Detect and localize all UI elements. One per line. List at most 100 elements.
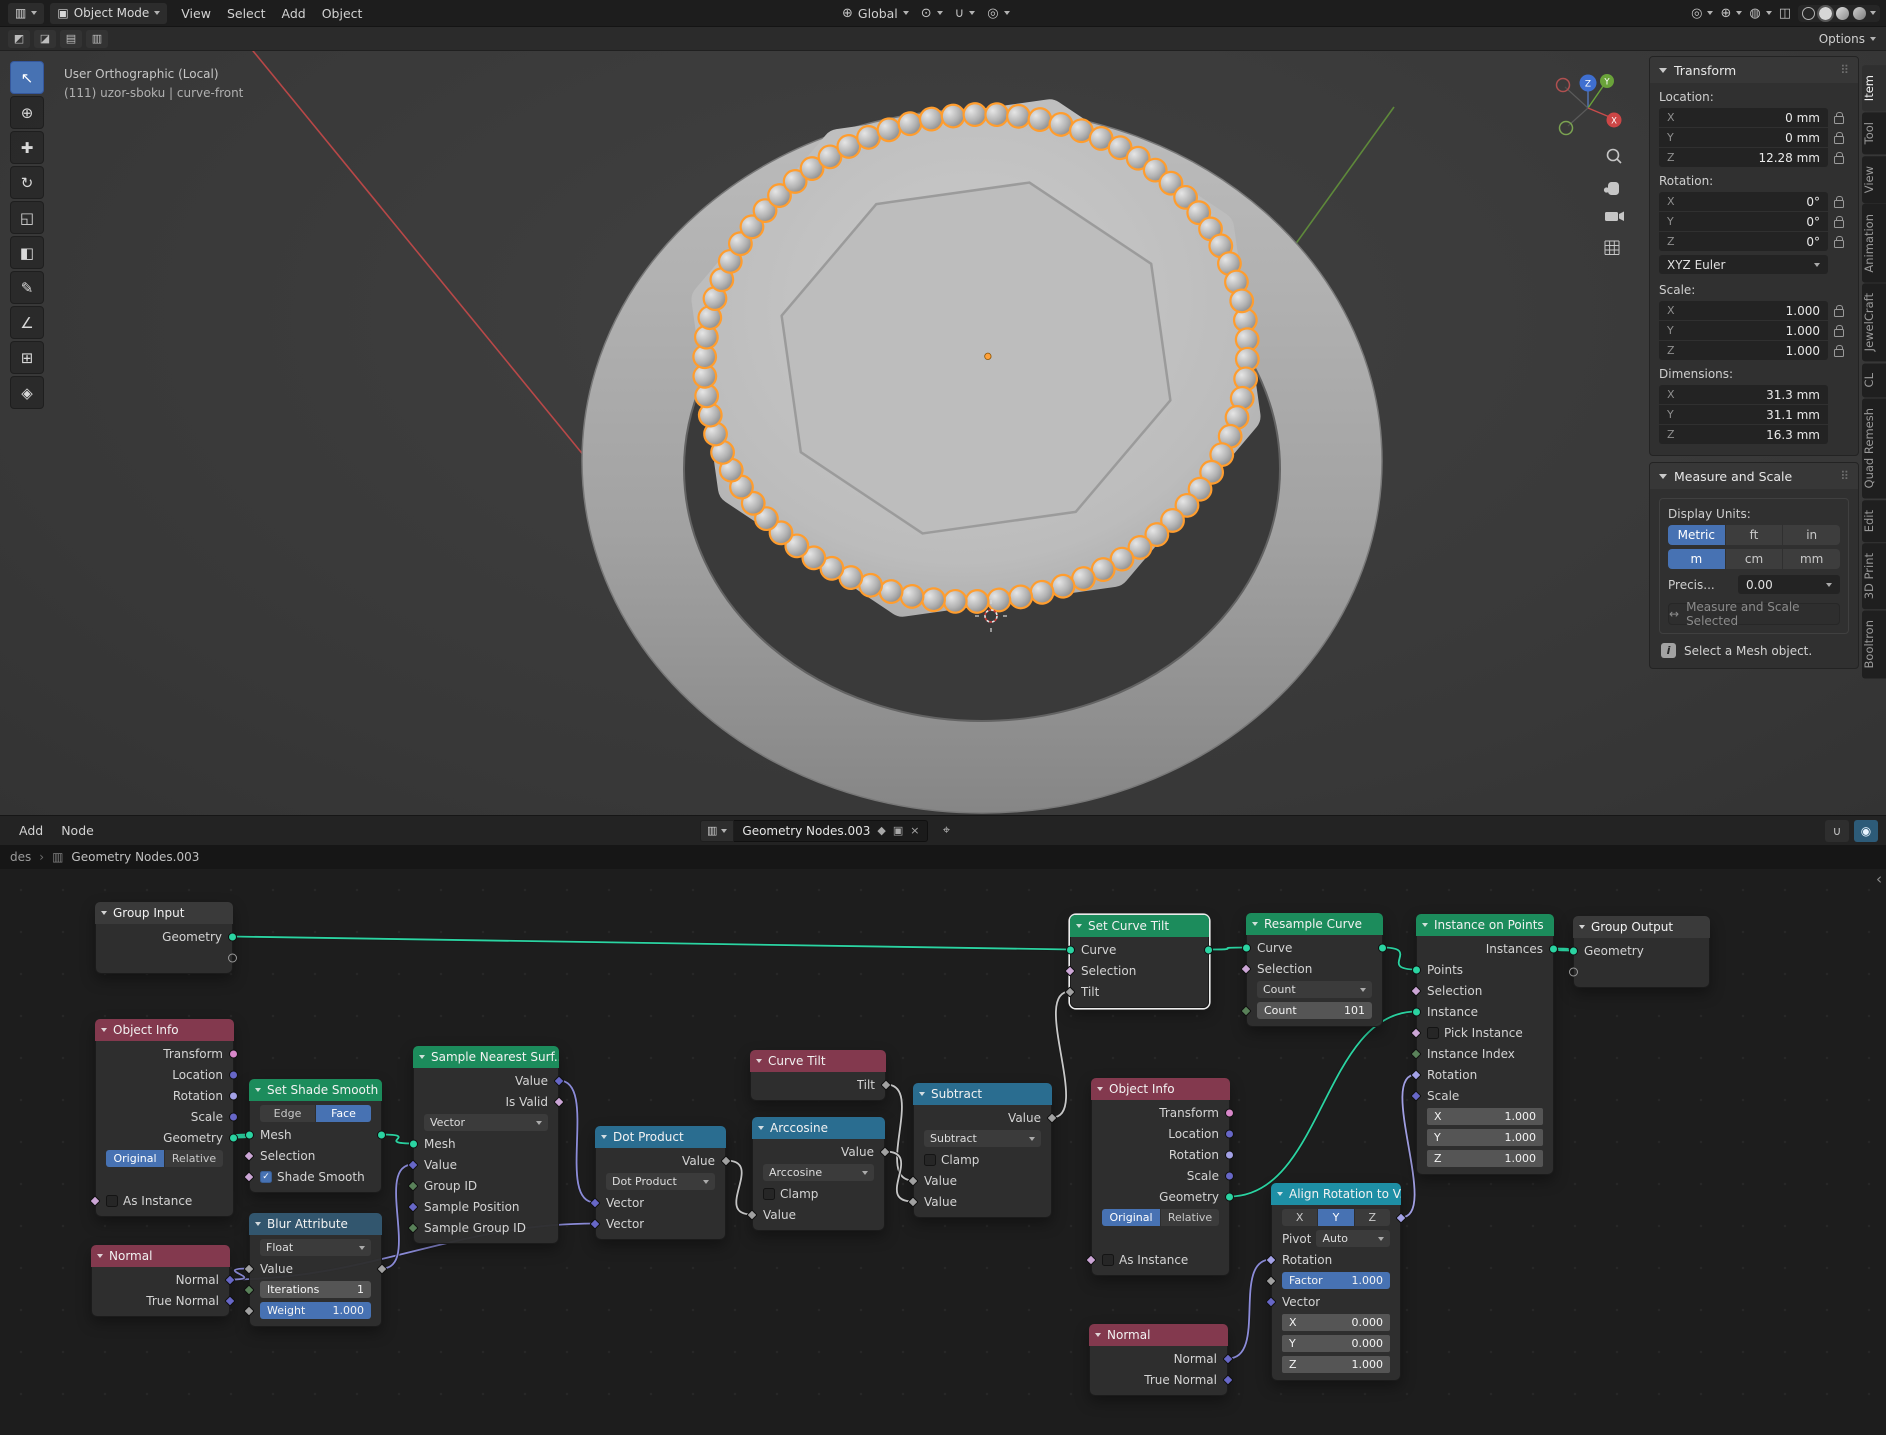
node-group-input[interactable]: Group Input Geometry (95, 902, 237, 974)
pivot-point-select[interactable]: ⊙ (921, 6, 943, 21)
tool-scale-button[interactable]: ◱ (10, 201, 44, 234)
checkbox[interactable] (763, 1187, 775, 1200)
sidebar-tab-cl[interactable]: CL (1862, 362, 1886, 398)
socket-icon[interactable] (880, 1078, 892, 1091)
value-field-z[interactable]: Z 12.28 mm (1659, 148, 1828, 167)
fake-user-icon[interactable]: ◆ (877, 824, 885, 837)
socket-icon[interactable] (1222, 1352, 1234, 1365)
socket-icon[interactable] (1265, 1253, 1277, 1266)
socket-icon[interactable] (229, 1091, 238, 1100)
toggle-option-y[interactable]: Y (1318, 1209, 1354, 1226)
node-header[interactable]: Subtract (913, 1083, 1052, 1105)
tool-measure-button[interactable]: ∠ (10, 306, 44, 339)
socket-icon[interactable] (407, 1158, 419, 1171)
socket-icon[interactable] (1410, 1068, 1422, 1081)
socket-icon[interactable] (407, 1179, 419, 1192)
value-field-y[interactable]: Y 0° (1659, 212, 1828, 231)
socket-icon[interactable] (1225, 1108, 1234, 1117)
socket-icon[interactable] (1378, 943, 1387, 952)
menu-view[interactable]: View (173, 0, 219, 26)
socket-icon[interactable] (1225, 1150, 1234, 1159)
socket-icon[interactable] (720, 1154, 732, 1167)
socket-icon[interactable] (746, 1208, 758, 1221)
value-field-x[interactable]: X 1.000 (1659, 301, 1828, 320)
socket-icon[interactable] (1242, 943, 1251, 952)
xray-toggle[interactable]: ◫ (1779, 6, 1791, 21)
dropdown[interactable]: Count (1257, 981, 1372, 998)
node-header[interactable]: Set Curve Tilt (1070, 915, 1209, 937)
mode-select[interactable]: ▣ Object Mode (50, 2, 168, 24)
length-unit-m[interactable]: m (1668, 549, 1725, 569)
node-header[interactable]: Instance on Points (1416, 914, 1554, 936)
node-header[interactable]: Normal (1089, 1324, 1228, 1346)
node-object-info-1[interactable]: Object Info Transform Location Rotation Scal… (89, 1019, 238, 1217)
shading-solid-button[interactable] (1817, 4, 1834, 22)
socket-icon[interactable] (243, 1304, 255, 1317)
node-header[interactable]: Arccosine (752, 1117, 885, 1139)
socket-icon[interactable] (1549, 944, 1558, 953)
node-sample-nearest[interactable]: Sample Nearest Surf... Value Is Valid Vecto… (407, 1046, 565, 1244)
proportional-editing-toggle[interactable]: ◎ (987, 6, 1010, 21)
sidebar-tab-edit[interactable]: Edit (1862, 499, 1886, 542)
socket-icon[interactable] (1064, 964, 1076, 977)
toggle-option-original[interactable]: Original (106, 1150, 164, 1167)
camera-view-icon[interactable] (1605, 211, 1624, 222)
zoom-icon[interactable] (1606, 148, 1622, 164)
transform-panel-header[interactable]: Transform ⠿ (1650, 57, 1858, 83)
node-group-output[interactable]: Group Output Geometry (1569, 916, 1710, 988)
length-unit-mm[interactable]: mm (1783, 549, 1841, 569)
shading-rendered-button[interactable] (1853, 6, 1866, 20)
socket-icon[interactable] (1064, 985, 1076, 998)
dropdown[interactable]: Auto (1316, 1230, 1390, 1247)
drag-grip-icon[interactable]: ⠿ (1840, 63, 1849, 77)
toggle-option-relative[interactable]: Relative (1161, 1209, 1219, 1226)
socket-icon[interactable] (229, 1049, 238, 1058)
socket-icon[interactable] (1046, 1111, 1058, 1124)
vector-component-field[interactable]: X 1.000 (1427, 1108, 1543, 1125)
lock-icon[interactable] (1833, 235, 1844, 248)
toggle-option-x[interactable]: X (1282, 1209, 1318, 1226)
node-subtract[interactable]: Subtract Value Subtract Clamp Value Value (907, 1083, 1058, 1218)
node-arccosine[interactable]: Arccosine Value Arccosine Clamp Value (746, 1117, 891, 1231)
sidebar-tab-quad-remesh[interactable]: Quad Remesh (1862, 398, 1886, 499)
pan-hand-icon[interactable] (1603, 182, 1619, 195)
lock-icon[interactable] (1833, 344, 1844, 357)
sidebar-tab-jewelcraft[interactable]: JewelCraft (1862, 283, 1886, 362)
checkbox[interactable] (1427, 1026, 1439, 1039)
virtual-socket-icon[interactable] (1569, 967, 1578, 976)
socket-icon[interactable] (589, 1217, 601, 1230)
node-tree-name-field[interactable]: Geometry Nodes.003 ◆ ▣ × (734, 819, 929, 842)
snapping-icon[interactable]: ∪ (1825, 819, 1849, 842)
dropdown[interactable]: Arccosine (763, 1164, 874, 1181)
measure-scale-selected-button[interactable]: ↔ Measure and Scale Selected (1668, 600, 1840, 628)
overlays-toggle[interactable]: ◍ (1749, 6, 1772, 21)
dropdown[interactable]: Vector (424, 1114, 548, 1131)
tool-settings-icon-0[interactable]: ◩ (8, 29, 30, 48)
lock-icon[interactable] (1833, 151, 1844, 164)
axis-neg-y-ball[interactable] (1558, 120, 1574, 136)
socket-icon[interactable] (1222, 1373, 1234, 1386)
tool-move-button[interactable]: ✚ (10, 131, 44, 164)
socket-icon[interactable] (1395, 1211, 1407, 1224)
dropdown[interactable]: Dot Product (606, 1173, 715, 1190)
drag-grip-icon[interactable]: ⠿ (1840, 469, 1849, 483)
socket-icon[interactable] (243, 1149, 255, 1162)
rotation-mode-select[interactable]: XYZ Euler (1659, 255, 1828, 274)
socket-icon[interactable] (89, 1194, 101, 1207)
node-blur-attribute[interactable]: Blur Attribute Float Value Iterations 1 Weigh… (243, 1213, 388, 1327)
tool-jewelcraft-button[interactable]: ◈ (10, 376, 44, 409)
socket-icon[interactable] (243, 1170, 255, 1183)
socket-icon[interactable] (229, 1070, 238, 1079)
menu-object[interactable]: Object (314, 0, 371, 26)
node-header[interactable]: Sample Nearest Surf... (413, 1046, 559, 1068)
tool-add-cube-button[interactable]: ⊞ (10, 341, 44, 374)
checkbox[interactable] (1102, 1253, 1114, 1266)
tool-transform-button[interactable]: ◧ (10, 236, 44, 269)
node-header[interactable]: Align Rotation to V... (1271, 1183, 1401, 1205)
socket-icon[interactable] (1225, 1192, 1234, 1201)
socket-icon[interactable] (243, 1283, 255, 1296)
socket-icon[interactable] (243, 1262, 255, 1275)
node-header[interactable]: Group Output (1573, 916, 1710, 938)
pin-icon[interactable]: ⌖ (934, 820, 958, 842)
value-field-z[interactable]: Z 16.3 mm (1659, 425, 1828, 444)
